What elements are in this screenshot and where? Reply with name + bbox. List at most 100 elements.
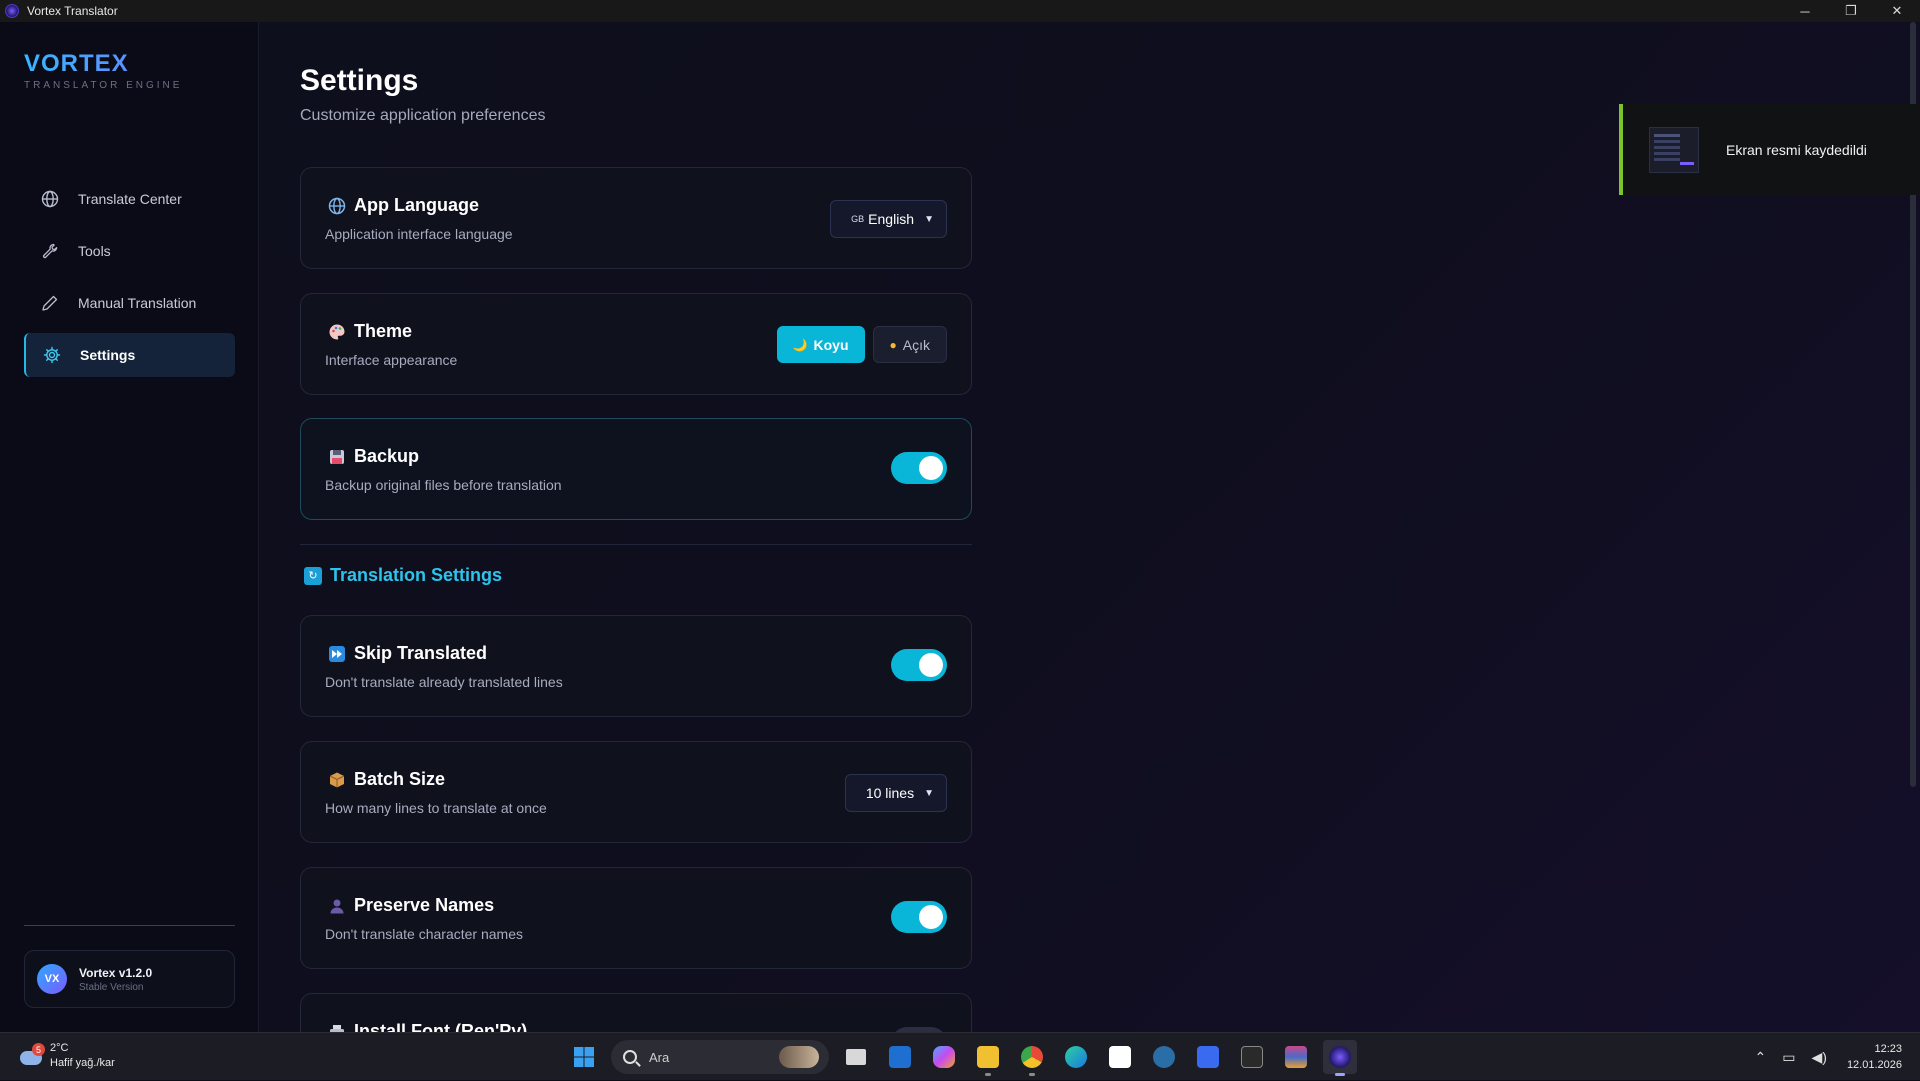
edge-icon[interactable] xyxy=(1059,1040,1093,1074)
sidebar-item-settings[interactable]: Settings xyxy=(24,333,235,377)
select-value: English xyxy=(868,211,915,227)
gear-icon xyxy=(42,345,62,365)
flag-icon: GB xyxy=(851,214,865,224)
toggle-knob xyxy=(919,905,943,929)
outlook-icon[interactable] xyxy=(883,1040,917,1074)
printer-icon xyxy=(327,1022,347,1032)
sidebar-item-manual-translation[interactable]: Manual Translation xyxy=(24,281,235,325)
section-title: Translation Settings xyxy=(330,565,503,585)
sidebar-item-label: Manual Translation xyxy=(78,295,197,311)
chevron-up-icon[interactable]: ⌃ xyxy=(1755,1049,1767,1066)
clock-date: 12.01.2026 xyxy=(1846,1059,1902,1071)
network-icon[interactable]: ▭ xyxy=(1782,1049,1795,1066)
moon-icon: 🌙 xyxy=(792,337,808,352)
file-explorer-icon[interactable] xyxy=(971,1040,1005,1076)
theme-dark-button[interactable]: 🌙 Koyu xyxy=(776,326,865,363)
translation-settings-header: ↻ Translation Settings xyxy=(300,565,502,586)
chevron-down-icon: ▼ xyxy=(924,213,934,225)
setting-title: App Language xyxy=(354,195,479,215)
store-icon[interactable] xyxy=(1103,1040,1137,1074)
task-view-icon[interactable] xyxy=(839,1040,873,1074)
sidebar: VORTEX TRANSLATOR ENGINE Translate Cente… xyxy=(0,22,259,1032)
sidebar-divider xyxy=(24,925,235,926)
section-divider xyxy=(300,544,972,545)
weather-icon: 5 xyxy=(18,1043,45,1069)
close-button[interactable]: ✕ xyxy=(1874,0,1920,22)
clock[interactable]: 12:23 12.01.2026 xyxy=(1847,1041,1902,1073)
setting-title: Install Font (Ren'Py) xyxy=(354,1021,528,1032)
setting-description: Interface appearance xyxy=(325,352,458,368)
skip-translated-card: Skip Translated Don't translate already … xyxy=(300,615,972,717)
avatar: VX xyxy=(37,964,67,994)
setting-description: Don't translate character names xyxy=(325,926,523,942)
skip-translated-toggle[interactable] xyxy=(891,649,947,681)
pencil-icon xyxy=(40,293,60,313)
weather-widget[interactable]: 5 2°C Hafif yağ./kar xyxy=(18,1041,115,1071)
notification-toast[interactable]: Ekran resmi kaydedildi xyxy=(1619,104,1920,195)
weather-badge: 5 xyxy=(32,1043,45,1056)
setting-description: Don't translate already translated lines xyxy=(325,674,563,690)
vortex-app-icon[interactable] xyxy=(1323,1040,1357,1076)
setting-title: Theme xyxy=(354,321,413,341)
sidebar-item-tools[interactable]: Tools xyxy=(24,229,235,273)
windows-start-icon[interactable] xyxy=(567,1040,601,1074)
select-value: 10 lines xyxy=(865,785,915,801)
page-title: Settings xyxy=(300,64,419,97)
version-channel: Stable Version xyxy=(79,981,144,993)
brand: VORTEX TRANSLATOR ENGINE xyxy=(24,50,182,91)
title-bar: Vortex Translator ─ ❐ ✕ xyxy=(0,0,1920,22)
app-icon xyxy=(5,4,19,18)
brand-logo: VORTEX xyxy=(24,50,182,78)
theme-light-label: Açık xyxy=(902,336,930,353)
theme-light-button[interactable]: ● Açık xyxy=(872,326,947,363)
setting-title: Backup xyxy=(354,446,420,466)
taskbar: 5 2°C Hafif yağ./kar Ara ⌃ ▭ ◀) 12:23 12… xyxy=(0,1032,1920,1080)
app-language-select[interactable]: GB English ▼ xyxy=(830,200,947,238)
taskbar-search[interactable]: Ara xyxy=(611,1040,829,1074)
version-name: Vortex v1.2.0 xyxy=(79,965,153,980)
steam-icon[interactable] xyxy=(1147,1040,1181,1074)
chrome-icon[interactable] xyxy=(1015,1040,1049,1076)
chevron-down-icon: ▼ xyxy=(924,787,934,799)
window-controls: ─ ❐ ✕ xyxy=(1782,0,1920,22)
search-highlight-image xyxy=(779,1046,819,1068)
weather-desc: Hafif yağ./kar xyxy=(50,1057,115,1069)
backup-toggle[interactable] xyxy=(891,452,947,484)
fast-forward-icon xyxy=(327,644,347,664)
setting-title: Preserve Names xyxy=(354,895,495,915)
app-language-card: App Language Application interface langu… xyxy=(300,167,972,269)
minimize-button[interactable]: ─ xyxy=(1782,0,1828,22)
preserve-names-toggle[interactable] xyxy=(891,901,947,933)
system-tray: ⌃ ▭ ◀) 12:23 12.01.2026 xyxy=(1755,1033,1920,1081)
theme-card: Theme Interface appearance 🌙 Koyu ● Açık xyxy=(300,293,972,395)
epic-games-icon[interactable] xyxy=(1235,1040,1269,1074)
volume-icon[interactable]: ◀) xyxy=(1812,1049,1827,1066)
search-icon xyxy=(623,1050,637,1064)
package-icon xyxy=(327,770,347,790)
taskbar-apps: Ara xyxy=(567,1039,1357,1076)
sidebar-item-label: Tools xyxy=(78,243,111,259)
setting-title: Batch Size xyxy=(354,769,446,789)
setting-description: Backup original files before translation xyxy=(325,477,562,493)
copilot-icon[interactable] xyxy=(927,1040,961,1074)
batch-size-select[interactable]: 10 lines ▼ xyxy=(844,774,947,812)
page-subtitle: Customize application preferences xyxy=(300,107,546,124)
sidebar-item-label: Settings xyxy=(80,347,136,363)
toggle-knob xyxy=(919,456,943,480)
floppy-disk-icon xyxy=(327,447,347,467)
toast-text: Ekran resmi kaydedildi xyxy=(1726,141,1867,158)
sidebar-item-translate-center[interactable]: Translate Center xyxy=(24,177,235,221)
screenshot-thumbnail xyxy=(1649,126,1699,173)
toggle-knob xyxy=(919,653,943,677)
version-card: VX Vortex v1.2.0 Stable Version xyxy=(24,950,235,1008)
restore-button[interactable]: ❐ xyxy=(1828,0,1874,22)
palette-icon xyxy=(327,322,347,342)
globe-icon xyxy=(327,196,347,216)
search-placeholder: Ara xyxy=(649,1049,670,1065)
setting-description: How many lines to translate at once xyxy=(325,800,547,816)
arc-icon[interactable] xyxy=(1191,1040,1225,1074)
window-title: Vortex Translator xyxy=(27,4,118,18)
setting-description: Application interface language xyxy=(325,226,513,242)
winrar-icon[interactable] xyxy=(1279,1040,1313,1074)
globe-icon xyxy=(40,189,60,209)
